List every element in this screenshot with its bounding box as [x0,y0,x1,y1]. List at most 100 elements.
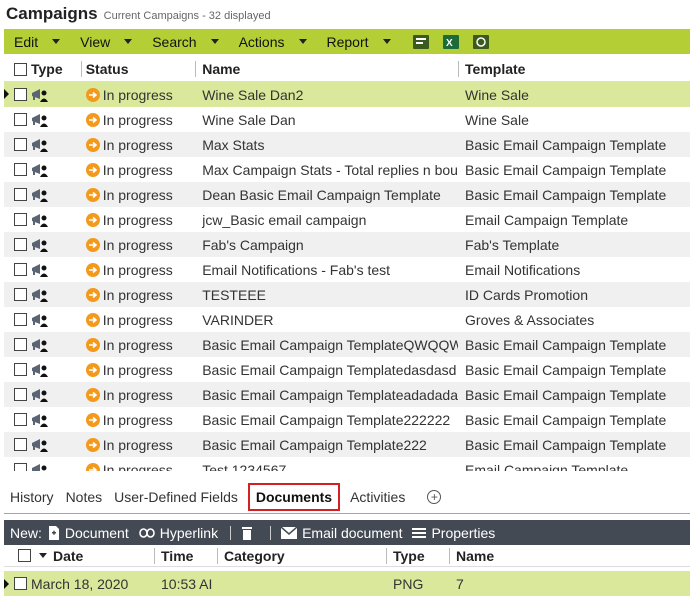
column-time[interactable]: Time [155,545,217,567]
row-checkbox[interactable] [14,388,27,401]
svg-text:X: X [446,38,453,49]
column-type[interactable]: Type [4,57,81,82]
add-tab-icon[interactable]: + [427,490,442,504]
campaign-template: Wine Sale [465,111,529,128]
row-checkbox[interactable] [14,88,27,101]
in-progress-icon [85,337,100,352]
row-checkbox[interactable] [14,413,27,426]
campaign-name[interactable]: Dean Basic Email Campaign Template [196,182,458,207]
campaign-name[interactable]: Test 1234567 [196,457,458,472]
campaign-template: ID Cards Promotion [465,286,588,303]
campaign-name[interactable]: Fab's Campaign [196,232,458,257]
campaign-name[interactable]: Basic Email Campaign Templatedasdasd [196,357,458,382]
document-row-checkbox[interactable] [14,577,27,590]
row-checkbox[interactable] [14,338,27,351]
tab-user-defined-fields[interactable]: User-Defined Fields [108,483,244,511]
table-row[interactable]: In progress Basic Email Campaign Template… [4,332,690,357]
campaign-name[interactable]: Basic Email Campaign Templateadadada [196,382,458,407]
email-campaign-icon [32,88,48,102]
row-checkbox[interactable] [14,438,27,451]
table-row[interactable]: In progress jcw_Basic email campaign Email… [4,207,690,232]
sort-descending-icon[interactable] [39,553,47,558]
menu-view[interactable]: View [70,29,142,54]
type-cell [4,132,81,157]
campaign-name[interactable]: Email Notifications - Fab's test [196,257,458,282]
status-text: In progress [102,386,173,403]
current-row-pointer-icon [4,579,9,589]
campaign-name[interactable]: Basic Email Campaign Template222 [196,432,458,457]
status-text: In progress [102,361,173,378]
table-row[interactable]: In progress TESTEEE ID Cards Promotion [4,282,690,307]
document-row[interactable]: March 18, 2020 10:53 AI PNG 7 [4,571,690,596]
column-doc-name[interactable]: Name [450,545,670,567]
in-progress-icon [85,162,100,177]
table-row[interactable]: In progress Email Notifications - Fab's t… [4,257,690,282]
table-row[interactable]: In progress Wine Sale Dan2 Wine Sale [4,82,690,107]
email-document-button[interactable]: Email document [281,525,402,541]
table-row[interactable]: In progress Basic Email Campaign Template… [4,357,690,382]
campaign-template: Basic Email Campaign Template [465,336,667,353]
campaign-name[interactable]: Wine Sale Dan [196,107,458,132]
excel-icon[interactable]: X [441,33,461,51]
chevron-down-icon [210,39,219,44]
table-row[interactable]: In progress Dean Basic Email Campaign Tem… [4,182,690,207]
row-checkbox[interactable] [14,163,27,176]
row-checkbox[interactable] [14,363,27,376]
column-doc-type[interactable]: Type [387,545,449,567]
row-checkbox[interactable] [14,238,27,251]
table-row[interactable]: In progress Max Stats Basic Email Campaign… [4,132,690,157]
row-checkbox[interactable] [14,288,27,301]
row-checkbox[interactable] [14,138,27,151]
table-row[interactable]: In progress VARINDER Groves & Associates [4,307,690,332]
grid-body: In progress Wine Sale Dan2 Wine Sale In pro… [4,82,690,471]
campaign-name[interactable]: VARINDER [196,307,458,332]
new-document-button[interactable]: Document [48,525,129,541]
table-row[interactable]: In progress Test 1234567 Email Campaign Te… [4,457,690,471]
menu-search[interactable]: Search [142,29,228,54]
menu-actions[interactable]: Actions [229,29,317,54]
column-template[interactable]: Template [459,57,690,82]
column-date[interactable]: Date [4,545,154,567]
export-icon[interactable] [411,33,431,51]
delete-button[interactable] [241,526,258,540]
menu-edit[interactable]: Edit [4,29,70,54]
campaign-name[interactable]: Basic Email Campaign Template222222 [196,407,458,432]
detail-tabs: History Notes User-Defined Fields Docume… [4,482,690,512]
campaign-name[interactable]: TESTEEE [196,282,458,307]
row-checkbox[interactable] [14,263,27,276]
chevron-down-icon [382,39,391,44]
email-campaign-icon [32,413,48,427]
properties-button[interactable]: Properties [412,525,495,541]
campaign-name[interactable]: jcw_Basic email campaign [196,207,458,232]
table-row[interactable]: In progress Fab's Campaign Fab's Template [4,232,690,257]
table-row[interactable]: In progress Max Campaign Stats - Total re… [4,157,690,182]
row-checkbox[interactable] [14,213,27,226]
tab-activities[interactable]: Activities [344,483,411,511]
type-cell [4,382,81,407]
campaign-name[interactable]: Max Stats [196,132,458,157]
new-hyperlink-button[interactable]: Hyperlink [138,525,218,541]
table-row[interactable]: In progress Wine Sale Dan Wine Sale [4,107,690,132]
table-row[interactable]: In progress Basic Email Campaign Template… [4,382,690,407]
row-checkbox[interactable] [14,313,27,326]
select-all-documents-checkbox[interactable] [18,549,31,562]
table-row[interactable]: In progress Basic Email Campaign Template… [4,432,690,457]
column-status[interactable]: Status [82,57,196,82]
column-category[interactable]: Category [218,545,386,567]
campaign-name[interactable]: Basic Email Campaign TemplateQWQQW [196,332,458,357]
row-checkbox[interactable] [14,188,27,201]
row-checkbox[interactable] [14,463,27,471]
tab-history[interactable]: History [4,483,60,511]
campaign-name[interactable]: Wine Sale Dan2 [196,82,458,107]
campaign-name[interactable]: Max Campaign Stats - Total replies n bou [196,157,458,182]
in-progress-icon [85,362,100,377]
tab-notes[interactable]: Notes [60,483,109,511]
campaign-template: Basic Email Campaign Template [465,386,667,403]
table-row[interactable]: In progress Basic Email Campaign Template… [4,407,690,432]
row-checkbox[interactable] [14,113,27,126]
sync-icon[interactable] [471,33,491,51]
tab-documents[interactable]: Documents [247,483,341,511]
select-all-checkbox[interactable] [14,62,27,76]
column-name[interactable]: Name [196,57,458,82]
menu-report[interactable]: Report [317,29,401,54]
